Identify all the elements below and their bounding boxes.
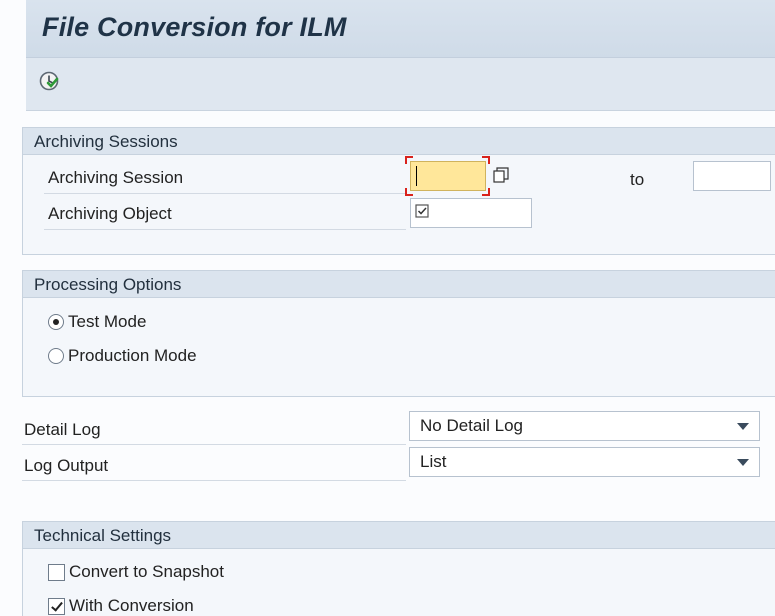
screen: File Conversion for ILM Archiving Sessio… [0,0,775,616]
text-cursor [416,166,417,186]
group-header: Technical Settings [23,522,775,549]
required-checkbox-icon [415,204,429,218]
divider [22,444,406,445]
to-label: to [630,170,645,189]
focus-marker [482,156,490,164]
page-title: File Conversion for ILM [42,12,347,42]
log-output-dropdown[interactable]: List [409,447,760,477]
with-conversion-label: With Conversion [69,596,194,615]
archiving-sessions-group: Archiving Sessions [22,127,775,255]
focus-marker [405,156,413,164]
group-header: Processing Options [23,271,775,298]
detail-log-value: No Detail Log [420,416,524,435]
chevron-down-icon [737,423,749,430]
checkbox[interactable] [48,597,65,615]
chevron-down-icon [737,459,749,466]
convert-to-snapshot-checkbox[interactable]: Convert to Snapshot [48,562,224,582]
multiple-selection-icon[interactable] [493,167,509,183]
with-conversion-checkbox[interactable]: With Conversion [48,596,194,616]
checkbox[interactable] [48,563,65,581]
archiving-session-to-input[interactable] [693,161,771,191]
focus-marker [482,188,490,196]
processing-options-group: Processing Options [22,270,775,397]
detail-log-label: Detail Log [24,420,101,439]
production-mode-label: Production Mode [68,346,197,365]
archiving-session-label: Archiving Session [48,168,184,187]
log-output-value: List [420,452,447,471]
radio-button[interactable] [48,348,64,364]
test-mode-radio[interactable]: Test Mode [48,312,146,332]
divider [22,480,406,481]
group-header: Archiving Sessions [23,128,775,155]
log-output-label: Log Output [24,456,109,475]
detail-log-dropdown[interactable]: No Detail Log [409,411,760,441]
test-mode-label: Test Mode [68,312,147,331]
focus-marker [405,188,413,196]
title-bar: File Conversion for ILM [26,0,775,58]
convert-to-snapshot-label: Convert to Snapshot [69,562,224,581]
execute-clock-icon[interactable] [38,70,60,92]
divider [44,193,406,194]
archiving-session-from-input[interactable] [410,161,486,191]
archiving-object-label: Archiving Object [48,204,172,223]
production-mode-radio[interactable]: Production Mode [48,346,197,366]
radio-button[interactable] [48,314,64,330]
divider [44,229,406,230]
application-toolbar [26,58,775,111]
